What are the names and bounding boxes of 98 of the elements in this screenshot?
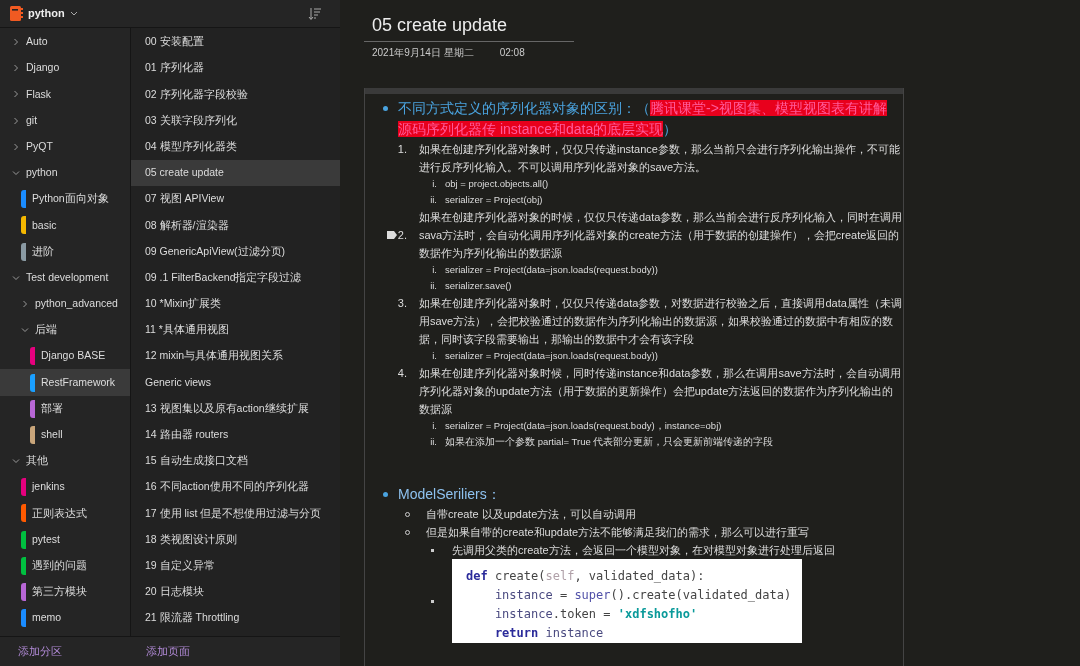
page-item[interactable]: 05 create update bbox=[131, 159, 340, 187]
page-item[interactable]: 09 GenericApiView(过滤分页) bbox=[131, 238, 340, 265]
square-bullet-icon bbox=[431, 599, 434, 603]
page-item[interactable]: 02 序列化器字段校验 bbox=[131, 81, 340, 108]
list-number: 3. bbox=[396, 296, 407, 311]
section-group[interactable]: 其他 bbox=[0, 448, 130, 475]
list-item-text: 如果在创建序列化器对象时，仅仅只传递instance参数，那么当前只会进行序列化输出操作，不可能进行反序列化输入。不可以调用序列化器对象的save方法。 bbox=[419, 142, 901, 175]
chevron-down-icon bbox=[12, 457, 20, 466]
page-item[interactable]: 13 视图集以及原有action继续扩展 bbox=[131, 395, 340, 422]
page-item[interactable]: 12 mixin与具体通用视图关系 bbox=[131, 343, 340, 370]
section-item[interactable]: basic bbox=[0, 212, 130, 239]
section-item[interactable]: Python面向对象 bbox=[0, 186, 130, 213]
sort-icon[interactable] bbox=[308, 6, 322, 21]
chevron-right-icon bbox=[12, 116, 20, 125]
section-group[interactable]: Auto bbox=[0, 29, 130, 56]
chevron-down-icon bbox=[69, 11, 78, 16]
section-group[interactable]: Test development bbox=[0, 264, 130, 291]
section-item[interactable]: jenkins bbox=[0, 474, 130, 501]
section-item[interactable]: 遇到的问题 bbox=[0, 552, 130, 579]
list-number: ii. bbox=[429, 435, 437, 449]
bullet-heading: 不同方式定义的序列化器对象的区别：（腾讯课堂->视图集、模型视图表有讲解源码序列化器传 instance和data的底层实现） bbox=[398, 99, 888, 139]
section-item[interactable]: 正则表达式 bbox=[0, 500, 130, 527]
section-item[interactable]: 部署 bbox=[0, 395, 130, 422]
notebook-title: python bbox=[28, 6, 65, 22]
code-screenshot: def create(self, validated_data): instance = super().create(validated_data) instance.token = 'xdfshofho' return instance bbox=[452, 559, 802, 643]
list-item-text: 如果在创建序列化器对象时，仅仅只传递data参数，对数据进行校验之后，直接调用data属性（未调用save方法），会把校验通过的数据作为序列化输出的数据源，如果校验通过的数据中有相应的数据，同时该字段需要输出，那输出的数据中才会有该字段 bbox=[419, 296, 903, 347]
chevron-right-icon bbox=[12, 38, 20, 47]
page-time: 02:08 bbox=[499, 46, 525, 60]
page-item[interactable]: 15 自动生成接口文档 bbox=[131, 448, 340, 475]
section-item[interactable]: memo bbox=[0, 605, 130, 632]
section-group[interactable]: Django bbox=[0, 55, 130, 82]
list-item-text: 自带create 以及update方法，可以自动调用 bbox=[426, 507, 637, 522]
list-item-text: serializer = Project(data=json.loads(request.body)，instance=obj) bbox=[445, 419, 722, 433]
section-item[interactable]: 第三方模块 bbox=[0, 578, 130, 606]
list-number: ii. bbox=[429, 279, 437, 293]
page-item[interactable]: 09 .1 FilterBackend指定字段过滤 bbox=[131, 264, 340, 291]
list-item-text: 如果在创建序列化器对象的时候，仅仅只传递data参数，那么当前会进行反序列化输入，同时在调用sava方法时，会自动化调用序列化器对象的create方法（用于数据的创建操作），会把create返回的数据作为序列化输出的数据源 bbox=[419, 210, 903, 261]
section-item[interactable]: shell bbox=[0, 421, 130, 448]
section-group[interactable]: python_advanced bbox=[0, 290, 130, 318]
section-item[interactable]: pytest bbox=[0, 526, 130, 553]
add-section-link[interactable]: 添加分区 bbox=[18, 643, 62, 660]
section-group[interactable]: Flask bbox=[0, 81, 130, 108]
list-item-text: serializer.save() bbox=[445, 279, 512, 293]
page-item[interactable]: 01 序列化器 bbox=[131, 55, 340, 82]
section-group[interactable]: python bbox=[0, 159, 130, 187]
page-item[interactable]: 14 路由器 routers bbox=[131, 421, 340, 448]
list-item-text: serializer = Project(data=json.loads(request.body)) bbox=[445, 349, 658, 363]
bullet-heading: ModelSeriliers： bbox=[398, 485, 501, 504]
list-number: ii. bbox=[429, 193, 437, 207]
list-number: i. bbox=[431, 349, 437, 363]
list-number: i. bbox=[431, 177, 437, 191]
page-item[interactable]: 07 视图 APIView bbox=[131, 186, 340, 213]
add-page-link[interactable]: 添加页面 bbox=[146, 643, 190, 660]
list-number: 1. bbox=[396, 142, 407, 157]
list-number: 4. bbox=[396, 366, 407, 381]
page-item[interactable]: 17 使用 list 但是不想使用过滤与分页 bbox=[131, 500, 340, 527]
page-item[interactable]: 16 不同action使用不同的序列化器 bbox=[131, 474, 340, 501]
page-item[interactable]: 03 关联字段序列化 bbox=[131, 107, 340, 134]
page-item[interactable]: 00 安装配置 bbox=[131, 29, 340, 56]
section-group[interactable]: git bbox=[0, 107, 130, 134]
chevron-down-icon bbox=[12, 169, 20, 178]
page-item[interactable]: 20 日志模块 bbox=[131, 578, 340, 606]
page-item[interactable]: Generic views bbox=[131, 369, 340, 396]
list-item-text: serializer = Project(obj) bbox=[445, 193, 543, 207]
section-item[interactable]: 进阶 bbox=[0, 238, 130, 265]
list-number: i. bbox=[431, 419, 437, 433]
chevron-right-icon bbox=[12, 64, 20, 73]
list-item-text: obj = project.objects.all() bbox=[445, 177, 549, 191]
page-item[interactable]: 21 限流器 Throttling bbox=[131, 605, 340, 632]
list-item-text: serializer = Project(data=json.loads(request.body)) bbox=[445, 263, 658, 277]
section-item[interactable]: RestFramework bbox=[0, 369, 130, 396]
chevron-right-icon bbox=[21, 299, 29, 308]
bullet-icon bbox=[383, 492, 388, 497]
page-item[interactable]: 11 *具体通用视图 bbox=[131, 317, 340, 344]
list-item-text: 如果在添加一个参数 partial= True 代表部分更新，只会更新前端传递的字段 bbox=[445, 435, 774, 449]
page-item[interactable]: 04 模型序列化器类 bbox=[131, 133, 340, 160]
list-item-text: 但是如果自带的create和update方法不能够满足我们的需求，那么可以进行重写 bbox=[426, 525, 810, 540]
section-group[interactable]: 后端 bbox=[0, 317, 130, 344]
notebook-icon bbox=[10, 6, 23, 21]
chevron-down-icon bbox=[21, 326, 29, 335]
section-item[interactable]: Django BASE bbox=[0, 343, 130, 370]
page-item[interactable]: 19 自定义异常 bbox=[131, 552, 340, 579]
page-date: 2021年9月14日 星期二 bbox=[372, 46, 474, 60]
list-number: 2. bbox=[397, 228, 407, 243]
bullet-icon bbox=[383, 106, 388, 111]
list-number: i. bbox=[431, 263, 437, 277]
list-item-text: 先调用父类的create方法，会返回一个模型对象，在对模型对象进行处理后返回 bbox=[452, 543, 835, 558]
tag-icon bbox=[386, 231, 397, 239]
section-group[interactable]: PyQT bbox=[0, 133, 130, 160]
page-title: 05 create update bbox=[364, 12, 574, 42]
chevron-right-icon bbox=[12, 142, 20, 151]
page-item[interactable]: 10 *Mixin扩展类 bbox=[131, 290, 340, 318]
chevron-down-icon bbox=[12, 273, 20, 282]
list-item-text: 如果在创建序列化器对象时候，同时传递instance和data参数，那么在调用save方法时，会自动调用序列化器对象的update方法（用于数据的更新操作）会把update方法返回的数据作为序列化输出的数据源 bbox=[419, 366, 902, 417]
chevron-right-icon bbox=[12, 90, 20, 99]
page-item[interactable]: 08 解析器/渲染器 bbox=[131, 212, 340, 239]
page-item[interactable]: 18 类视图设计原则 bbox=[131, 526, 340, 553]
square-bullet-icon bbox=[431, 549, 434, 552]
